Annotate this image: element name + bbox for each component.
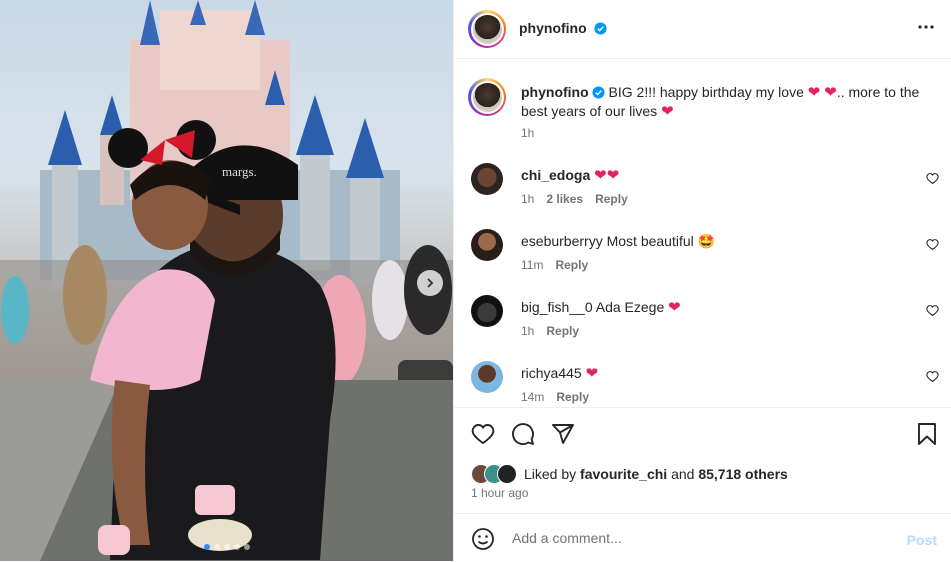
carousel-dot-1[interactable]	[203, 544, 210, 550]
header-avatar[interactable]	[468, 10, 506, 48]
verified-badge-icon	[594, 22, 607, 35]
like-heart-icon[interactable]	[471, 422, 495, 446]
liker-avatars	[471, 464, 521, 484]
comment-likes[interactable]: 2 likes	[546, 192, 583, 206]
likes-count[interactable]: 85,718 others	[698, 466, 788, 482]
comment-meta: 11m Reply	[521, 258, 588, 272]
comment-time: 14m	[521, 390, 545, 404]
comment-username[interactable]: chi_edoga	[521, 167, 590, 183]
post-comment-button[interactable]: Post	[907, 532, 937, 548]
carousel-dot-3[interactable]	[223, 544, 230, 550]
commenter-avatar[interactable]	[471, 361, 503, 393]
like-comment-heart-icon[interactable]	[926, 370, 939, 383]
liked-by-prefix: Liked by	[524, 466, 577, 482]
comment-text: chi_edoga ❤❤	[521, 166, 911, 185]
liked-by: Liked by favourite_chi and 85,718 others	[471, 464, 788, 484]
caption-time: 1h	[521, 126, 535, 140]
comment-composer: Post	[454, 513, 951, 562]
red-heart-emoji-icon: ❤	[661, 103, 674, 120]
caption-avatar[interactable]	[468, 78, 506, 116]
liked-by-middle: and	[671, 466, 695, 482]
comments-list[interactable]: phynofino BIG 2!!! happy birthday my lov…	[454, 59, 951, 407]
more-horizontal-icon[interactable]	[917, 18, 935, 36]
carousel-dot-4[interactable]	[233, 544, 240, 550]
red-heart-emoji-icon: ❤	[807, 84, 821, 101]
carousel-dots	[0, 544, 453, 550]
commenter-avatar[interactable]	[471, 163, 503, 195]
comment-meta: 1h Reply	[521, 324, 579, 338]
post-time[interactable]: 1 hour ago	[471, 486, 528, 500]
caption-text-part-1: BIG 2!!! happy birthday my love	[608, 84, 804, 100]
comment-time: 1h	[521, 324, 535, 338]
comment-body: Most beautiful	[606, 233, 694, 249]
comment-time: 1h	[521, 192, 535, 206]
like-comment-heart-icon[interactable]	[926, 304, 939, 317]
reply-button[interactable]: Reply	[546, 324, 579, 338]
comment-username[interactable]: eseburberryy	[521, 233, 603, 249]
comment-body: Ada Ezege	[595, 299, 665, 315]
save-bookmark-icon[interactable]	[916, 422, 938, 446]
like-comment-heart-icon[interactable]	[926, 172, 939, 185]
caption-text: phynofino BIG 2!!! happy birthday my lov…	[521, 83, 931, 121]
comment-text: richya445 ❤	[521, 364, 911, 383]
reply-button[interactable]: Reply	[556, 390, 589, 404]
share-send-icon[interactable]	[551, 422, 575, 446]
liker-avatar[interactable]	[497, 464, 517, 484]
chevron-right-icon	[427, 278, 434, 288]
comment-meta: 14m Reply	[521, 390, 589, 404]
post-header: phynofino	[454, 0, 951, 59]
star-struck-emoji-icon: 🤩	[697, 233, 716, 249]
carousel-dot-5[interactable]	[243, 544, 250, 550]
comment-text: eseburberryy Most beautiful 🤩	[521, 232, 911, 250]
photo-scene: margs.	[0, 0, 453, 561]
liked-by-user[interactable]: favourite_chi	[580, 466, 667, 482]
comment-username[interactable]: richya445	[521, 365, 582, 381]
comment-username[interactable]: big_fish__0	[521, 299, 593, 315]
verified-badge-icon	[592, 86, 605, 99]
comment-time: 11m	[521, 258, 544, 272]
comment-input[interactable]	[510, 526, 894, 550]
comment-bubble-icon[interactable]	[511, 422, 535, 446]
comment-meta: 1h 2 likes Reply	[521, 192, 628, 206]
post-photo[interactable]: margs.	[0, 0, 453, 561]
carousel-next-button[interactable]	[417, 270, 443, 296]
avatar-image	[472, 14, 502, 44]
commenter-avatar[interactable]	[471, 295, 503, 327]
caption-meta: 1h	[521, 126, 534, 140]
post-actions: Liked by favourite_chi and 85,718 others…	[454, 407, 951, 513]
red-heart-emoji-icon: ❤	[824, 84, 837, 101]
avatar-image	[472, 82, 502, 112]
like-comment-heart-icon[interactable]	[926, 238, 939, 251]
emoji-picker-icon[interactable]	[471, 527, 495, 551]
red-heart-emoji-icon: ❤	[668, 299, 681, 316]
carousel-dot-2[interactable]	[213, 544, 220, 550]
svg-text:margs.: margs.	[222, 164, 257, 179]
commenter-avatar[interactable]	[471, 229, 503, 261]
red-heart-emoji-icon: ❤	[585, 365, 599, 382]
caption-username[interactable]: phynofino	[521, 84, 589, 100]
reply-button[interactable]: Reply	[595, 192, 628, 206]
comment-text: big_fish__0 Ada Ezege ❤	[521, 298, 911, 317]
reply-button[interactable]: Reply	[555, 258, 588, 272]
red-heart-emoji-icon: ❤❤	[594, 167, 620, 184]
header-username[interactable]: phynofino	[519, 20, 587, 36]
post-side-panel: phynofino phynofino BIG 2!!! happy birth…	[453, 0, 951, 561]
